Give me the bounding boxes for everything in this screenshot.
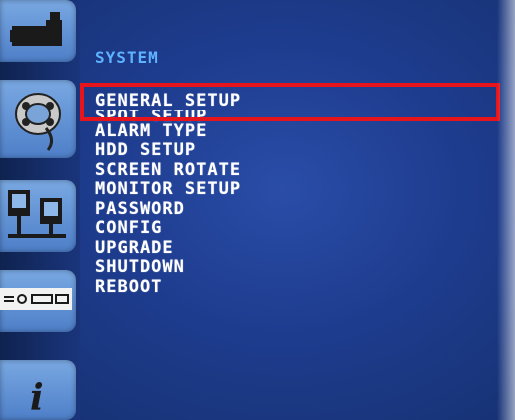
screen-bezel — [497, 0, 515, 420]
osd-screen: i SYSTEM GENERAL SETUP SPOT SETUP ALARM … — [0, 0, 515, 420]
network-computers-icon — [8, 190, 66, 238]
sidebar-item-info[interactable]: i — [0, 360, 76, 420]
camera-icon — [10, 12, 62, 46]
menu-item-password[interactable]: PASSWORD — [95, 199, 241, 220]
menu-title: SYSTEM — [95, 48, 159, 67]
sidebar-item-network[interactable] — [0, 180, 76, 252]
selection-highlight — [80, 83, 500, 121]
dvr-device-icon — [0, 288, 72, 310]
info-icon: i — [30, 377, 44, 419]
sidebar-item-record[interactable] — [0, 80, 76, 158]
film-reel-icon — [15, 93, 61, 151]
menu-item-hdd-setup[interactable]: HDD SETUP — [95, 140, 241, 161]
menu-item-screen-rotate[interactable]: SCREEN ROTATE — [95, 160, 241, 181]
system-menu: GENERAL SETUP SPOT SETUP ALARM TYPE HDD … — [95, 91, 241, 298]
sidebar-item-camera[interactable] — [0, 0, 76, 62]
menu-item-monitor-setup[interactable]: MONITOR SETUP — [95, 179, 241, 200]
menu-item-reboot[interactable]: REBOOT — [95, 277, 241, 298]
menu-item-upgrade[interactable]: UPGRADE — [95, 238, 241, 259]
menu-item-config[interactable]: CONFIG — [95, 218, 241, 239]
sidebar-item-device[interactable] — [0, 270, 76, 332]
menu-item-alarm-type[interactable]: ALARM TYPE — [95, 121, 241, 142]
menu-item-shutdown[interactable]: SHUTDOWN — [95, 257, 241, 278]
info-glyph: i — [30, 377, 44, 419]
